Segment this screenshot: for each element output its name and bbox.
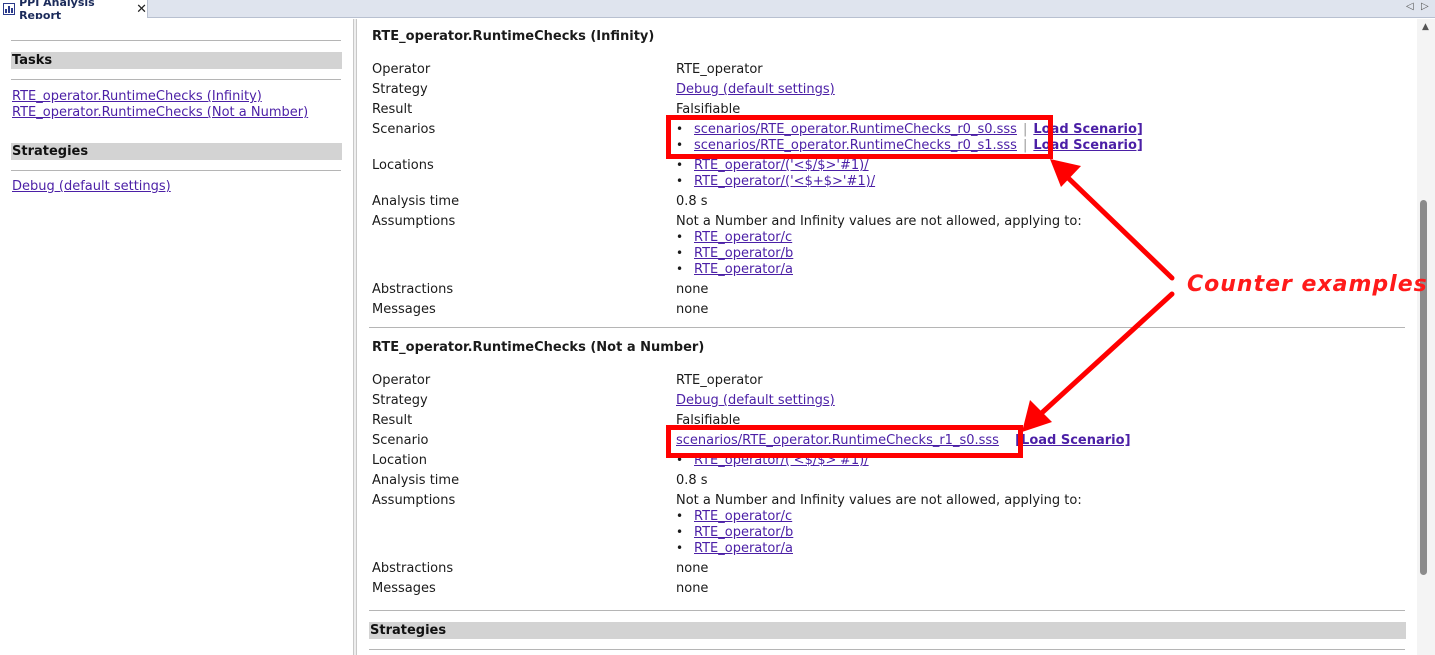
assumption-target-link[interactable]: RTE_operator/c <box>694 509 792 524</box>
list-item: • RTE_operator/a <box>676 262 793 277</box>
bullet: • <box>676 230 684 244</box>
strategy-label: Strategy <box>372 82 428 97</box>
location-link[interactable]: RTE_operator/('<$+$>'#1)/ <box>694 174 875 189</box>
messages-label: Messages <box>372 302 436 317</box>
task-link-not-a-number[interactable]: RTE_operator.RuntimeChecks (Not a Number… <box>12 105 308 120</box>
operator-label: Operator <box>372 62 431 77</box>
assumptions-text: Not a Number and Infinity values are not… <box>676 493 1082 508</box>
locations-label: Locations <box>372 158 434 173</box>
scroll-up-icon[interactable]: ▲ <box>1422 22 1429 32</box>
analysis-time-label: Analysis time <box>372 194 460 209</box>
operator-label: Operator <box>372 373 431 388</box>
list-item: • RTE_operator/c <box>676 509 792 524</box>
operator-value: RTE_operator <box>676 62 763 77</box>
annotation-box-scenarios <box>666 115 1053 159</box>
strategy-label: Strategy <box>372 393 428 408</box>
scrollbar-thumb[interactable] <box>1420 200 1427 575</box>
strategies-heading: Strategies <box>369 622 1406 639</box>
list-item: • RTE_operator/a <box>676 541 793 556</box>
bullet: • <box>676 246 684 260</box>
messages-label: Messages <box>372 581 436 596</box>
divider <box>369 327 1405 328</box>
list-item: • RTE_operator/b <box>676 525 793 540</box>
assumptions-label: Assumptions <box>372 214 456 229</box>
task-title-not-a-number: RTE_operator.RuntimeChecks (Not a Number… <box>372 340 705 355</box>
annotation-label: Counter examples <box>1187 272 1428 297</box>
assumptions-label: Assumptions <box>372 493 456 508</box>
divider <box>11 79 341 80</box>
messages-value: none <box>676 581 709 596</box>
annotation-box-scenario <box>666 425 1023 458</box>
bullet: • <box>676 525 684 539</box>
scroll-tabs-right-icon[interactable]: ▷ <box>1421 1 1429 12</box>
bullet: • <box>676 541 684 555</box>
assumption-target-link[interactable]: RTE_operator/a <box>694 541 793 556</box>
abstractions-label: Abstractions <box>372 282 454 297</box>
load-scenario-link[interactable]: [Load Scenario] <box>1015 433 1130 448</box>
tasks-heading: Tasks <box>11 52 342 69</box>
result-label: Result <box>372 102 413 117</box>
strategy-link[interactable]: Debug (default settings) <box>676 82 835 97</box>
bullet: • <box>676 158 684 172</box>
analysis-time-label: Analysis time <box>372 473 460 488</box>
list-item: • RTE_operator/b <box>676 246 793 261</box>
assumptions-text: Not a Number and Infinity values are not… <box>676 214 1082 229</box>
location-label: Location <box>372 453 427 468</box>
analysis-time-value: 0.8 s <box>676 473 708 488</box>
operator-value: RTE_operator <box>676 373 763 388</box>
report-icon <box>3 3 16 15</box>
abstractions-value: none <box>676 282 709 297</box>
divider <box>11 40 341 41</box>
messages-value: none <box>676 302 709 317</box>
close-icon[interactable]: ✕ <box>136 2 147 17</box>
navigation-pane: Tasks RTE_operator.RuntimeChecks (Infini… <box>0 19 353 655</box>
abstractions-label: Abstractions <box>372 561 454 576</box>
assumption-target-link[interactable]: RTE_operator/c <box>694 230 792 245</box>
divider <box>369 610 1405 611</box>
bullet: • <box>676 262 684 276</box>
task-title-infinity: RTE_operator.RuntimeChecks (Infinity) <box>372 29 655 44</box>
assumption-target-link[interactable]: RTE_operator/b <box>694 246 793 261</box>
bullet: • <box>676 509 684 523</box>
vertical-scrollbar[interactable]: ▲ <box>1417 19 1435 655</box>
divider <box>369 649 1405 650</box>
task-link-infinity[interactable]: RTE_operator.RuntimeChecks (Infinity) <box>12 89 262 104</box>
strategies-heading: Strategies <box>11 143 342 160</box>
tab-ppi-analysis-report[interactable]: PPI Analysis Report ✕ <box>0 0 148 22</box>
strategy-link-debug[interactable]: Debug (default settings) <box>12 179 171 194</box>
analysis-time-value: 0.8 s <box>676 194 708 209</box>
divider <box>11 170 341 171</box>
location-link[interactable]: RTE_operator/('<$/$>'#1)/ <box>694 158 869 173</box>
assumption-target-link[interactable]: RTE_operator/b <box>694 525 793 540</box>
list-item: • RTE_operator/('<$+$>'#1)/ <box>676 174 875 189</box>
list-item: • RTE_operator/c <box>676 230 792 245</box>
result-label: Result <box>372 413 413 428</box>
scroll-tabs-left-icon[interactable]: ◁ <box>1406 1 1414 12</box>
assumption-target-link[interactable]: RTE_operator/a <box>694 262 793 277</box>
scenario-label: Scenario <box>372 433 429 448</box>
tab-bar: PPI Analysis Report ✕ ◁ ▷ <box>0 0 1435 22</box>
strategy-link[interactable]: Debug (default settings) <box>676 393 835 408</box>
abstractions-value: none <box>676 561 709 576</box>
list-item: • RTE_operator/('<$/$>'#1)/ <box>676 158 869 173</box>
scenarios-label: Scenarios <box>372 122 436 137</box>
bullet: • <box>676 174 684 188</box>
